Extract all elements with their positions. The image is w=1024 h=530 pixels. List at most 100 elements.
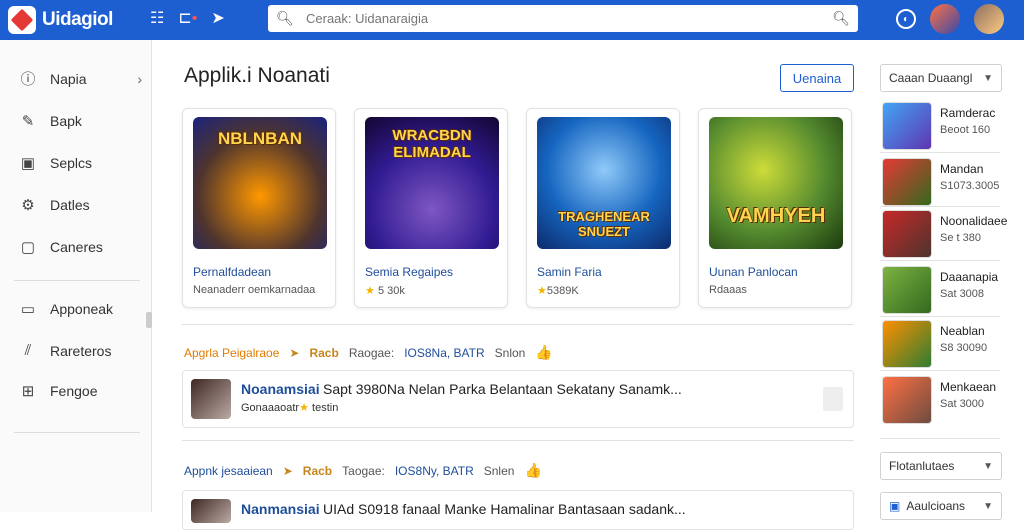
arrow-icon: ➤: [289, 345, 300, 360]
category-dropdown[interactable]: ▣ Aaulcioans ▼: [880, 492, 1002, 520]
side-list-sub: Sat 3008: [940, 288, 985, 300]
section-tags[interactable]: IOS8Na, BATR: [404, 346, 484, 360]
info-circle-icon: ⓘ: [20, 71, 36, 88]
list-item-meta: Gonaaaoatr★ testin: [241, 402, 339, 414]
top-toolbar: ☷ ⊏• ➤: [150, 8, 225, 28]
search-bar[interactable]: 🔍︎ 🔍︎: [268, 5, 858, 32]
sidebar-item-label: Caneres: [50, 239, 103, 255]
search-input[interactable]: [296, 11, 833, 26]
section-extra: Snlen: [483, 463, 515, 478]
sidebar-item-label: Seplcs: [50, 155, 93, 171]
app-card-meta: ★ 5 30k: [365, 285, 405, 297]
side-list-name: Daaanapia: [940, 270, 999, 284]
side-list-sub: S8 30090: [940, 342, 988, 354]
app-card-name: Uunan Panlocan: [709, 265, 798, 279]
section-hot-label[interactable]: Racb: [303, 464, 332, 478]
user-avatar[interactable]: [974, 4, 1004, 34]
grid-icon[interactable]: ☷: [150, 8, 164, 28]
chevron-right-icon: ›: [137, 70, 142, 87]
app-card-art-title: TRAGHENEAR SNUEZT: [558, 209, 650, 239]
window-icon[interactable]: ⊏•: [178, 8, 197, 28]
grid-icon: ⊞: [21, 383, 35, 400]
sort-dropdown[interactable]: Caaan Duaangl ▼: [880, 64, 1002, 92]
side-list-item[interactable]: Daaanapia Sat 3008: [882, 266, 1022, 316]
avatar-icon[interactable]: [930, 4, 960, 34]
app-card-name: Semia Regaipes: [365, 265, 454, 279]
app-logo[interactable]: Uidagiol: [8, 6, 113, 34]
side-list-item[interactable]: Noonalidaee Se t 380: [882, 210, 1022, 260]
section-title: Appnk jesaaiean: [184, 463, 273, 478]
primary-action-button[interactable]: Uenaina: [780, 64, 854, 92]
app-card[interactable]: WRACBDN ELIMADAL Semia Regaipes ★ 5 30k: [354, 108, 508, 308]
app-card-name: Pernalfdadean: [193, 265, 272, 279]
side-list-thumbnail: [882, 210, 932, 258]
side-list-item[interactable]: Neablan S8 30090: [882, 320, 1022, 370]
sidebar-item-fengoe[interactable]: ⊞ Fengoe: [18, 382, 142, 400]
arrow-icon: ➤: [282, 463, 293, 478]
app-card-meta: Neanaderr oemkarnadaa: [193, 284, 316, 296]
page-title: Applik.i Noanati: [184, 64, 330, 87]
sidebar-item-rareteros[interactable]: ⫽ Rareteros: [18, 342, 142, 359]
app-card[interactable]: VAMHYEH Uunan Panlocan Rdaaas: [698, 108, 852, 308]
list-item-thumbnail: [191, 379, 231, 419]
sidebar-item-label: Datles: [50, 197, 90, 213]
sidebar-item-label: Bapk: [50, 113, 82, 129]
filter-dropdown[interactable]: Flotanlutaes ▼: [880, 452, 1002, 480]
window-icon: ▭: [20, 301, 36, 318]
dropdown-value: Aaulcioans: [906, 499, 966, 513]
section-tag-label: Taogae:: [342, 463, 385, 478]
chevron-down-icon: ▼: [983, 72, 993, 84]
sidebar-item-label: Apponeak: [50, 301, 114, 317]
side-list-divider: [880, 438, 1000, 439]
section-tags[interactable]: IOS8Ny, BATR: [395, 464, 474, 478]
notification-icon[interactable]: ◐: [896, 9, 916, 29]
app-card[interactable]: NBLNBAN Pernalfdadean Neanaderr oemkarna…: [182, 108, 336, 308]
thumbs-up-icon[interactable]: 👍: [524, 462, 541, 479]
main-content: Applik.i Noanati Uenaina NBLNBAN Pernalf…: [152, 40, 872, 530]
side-list-thumbnail: [882, 102, 932, 150]
app-card-meta: ★5389K: [537, 285, 579, 297]
side-list-thumbnail: [882, 376, 932, 424]
right-pane: Caaan Duaangl ▼ Ramderac Beoot 160 Manda…: [872, 40, 1024, 520]
square-icon: ▢: [20, 239, 36, 256]
app-card[interactable]: TRAGHENEAR SNUEZT Samin Faria ★5389K: [526, 108, 680, 308]
side-list-divider: [880, 370, 1000, 371]
list-item-title[interactable]: Nanmansiai: [241, 501, 320, 517]
app-card-name: Samin Faria: [537, 265, 602, 279]
sidebar-item-datles[interactable]: ⚙ Datles: [18, 196, 142, 214]
app-card-meta: Rdaaas: [709, 284, 747, 296]
section-hot-label[interactable]: Racb: [309, 346, 338, 360]
side-list-item[interactable]: Ramderac Beoot 160: [882, 102, 1022, 152]
side-list-thumbnail: [882, 320, 932, 368]
app-card-art-title: WRACBDN ELIMADAL: [392, 127, 472, 161]
side-list-thumbnail: [882, 158, 932, 206]
search-submit-icon[interactable]: 🔍︎: [832, 10, 850, 27]
thumbs-up-icon[interactable]: 👍: [535, 344, 552, 361]
top-bar: Uidagiol ☷ ⊏• ➤ 🔍︎ 🔍︎ ◐: [0, 0, 1024, 40]
sidebar-item-bapk[interactable]: ✎ Bapk: [18, 112, 142, 130]
sidebar-item-label: Rareteros: [50, 342, 112, 359]
app-card-image: VAMHYEH: [709, 117, 843, 249]
list-item[interactable]: Nanmansiai UIAd S0918 fanaal Manke Hamal…: [182, 490, 854, 530]
sidebar-item-caneres[interactable]: ▢ Caneres: [18, 238, 142, 256]
sidebar-item-napia[interactable]: ⓘ Napia ›: [18, 68, 142, 89]
square-icon: ▣: [889, 499, 901, 513]
section-divider: [182, 324, 854, 325]
side-list-item[interactable]: Menkaean Sat 3000: [882, 376, 1022, 426]
section-tag-label: Raogae:: [348, 345, 395, 360]
sidebar-item-apponeak[interactable]: ▭ Apponeak: [18, 300, 142, 318]
section-title: Apgrla Peigalraoe: [184, 345, 280, 360]
app-card-image: NBLNBAN: [193, 117, 327, 249]
side-list-name: Mandan: [940, 162, 984, 176]
list-item-description: Sapt 3980Na Nelan Parka Belantaan Sekata…: [323, 381, 682, 397]
sidebar-item-label: Napia: [50, 70, 87, 87]
list-item-action[interactable]: [823, 387, 843, 411]
side-list-name: Neablan: [940, 324, 985, 338]
side-list-item[interactable]: Mandan S1073.3005: [882, 158, 1022, 208]
sidebar: ⓘ Napia › ✎ Bapk ▣ Seplcs ⚙ Datles ▢ Can…: [0, 40, 152, 512]
list-item-title[interactable]: Noanamsiai: [241, 381, 320, 397]
arrow-right-icon[interactable]: ➤: [211, 8, 224, 28]
side-list-divider: [880, 316, 1000, 317]
list-item[interactable]: Noanamsiai Sapt 3980Na Nelan Parka Belan…: [182, 370, 854, 428]
sidebar-item-seplcs[interactable]: ▣ Seplcs: [18, 154, 142, 172]
